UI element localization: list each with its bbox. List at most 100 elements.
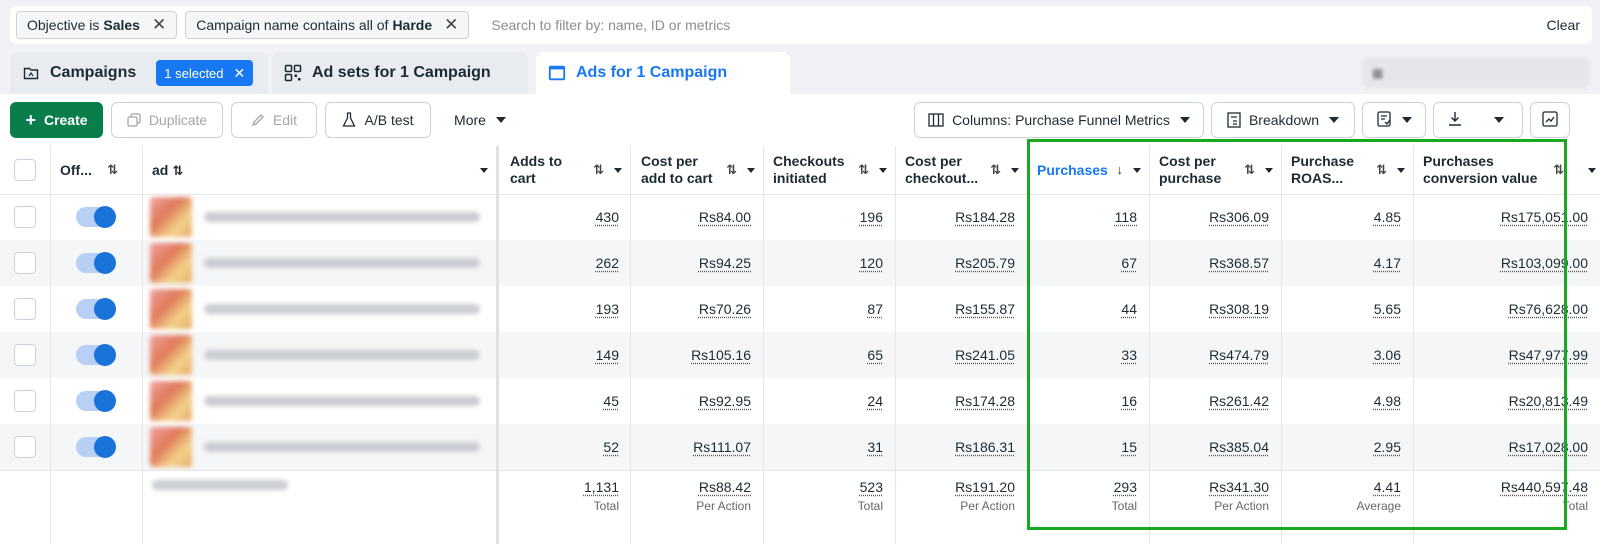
chart-button[interactable] <box>1530 102 1570 138</box>
cell-value[interactable]: 4.17 <box>1374 255 1401 271</box>
cell-value[interactable]: 262 <box>596 255 619 271</box>
cell-value[interactable]: 430 <box>596 209 619 225</box>
row-checkbox[interactable] <box>14 344 36 366</box>
delivery-toggle[interactable] <box>76 206 116 228</box>
chevron-down-icon[interactable] <box>1397 168 1405 173</box>
create-button[interactable]: + Create <box>10 102 103 138</box>
chevron-down-icon[interactable] <box>1494 117 1504 123</box>
close-icon[interactable]: ✕ <box>152 15 166 35</box>
edit-button[interactable]: Edit <box>231 102 317 138</box>
row-checkbox[interactable] <box>14 206 36 228</box>
ad-thumbnail[interactable] <box>150 335 192 375</box>
chevron-down-icon[interactable] <box>480 168 488 173</box>
breakdown-dropdown[interactable]: Breakdown <box>1211 102 1355 138</box>
chevron-down-icon[interactable] <box>1265 168 1273 173</box>
ad-name-link[interactable] <box>204 442 480 452</box>
cell-value[interactable]: 33 <box>1121 347 1137 363</box>
cell-value[interactable]: Rs94.25 <box>699 255 751 271</box>
cell-value[interactable]: 52 <box>603 439 619 455</box>
cell-value[interactable]: 5.65 <box>1374 301 1401 317</box>
cell-value[interactable]: 4.85 <box>1374 209 1401 225</box>
column-header-cost-per-purchase[interactable]: Cost per purchase ⇅ <box>1149 146 1281 194</box>
delivery-toggle[interactable] <box>76 436 116 458</box>
cell-value[interactable]: Rs155.87 <box>955 301 1015 317</box>
table-row[interactable]: 45 Rs92.95 24 Rs174.28 16 Rs261.42 4.98 Rs20,81… <box>0 378 1600 424</box>
tab-ad-sets[interactable]: Ad sets for 1 Campaign <box>272 52 528 94</box>
cell-value[interactable]: 118 <box>1115 209 1137 225</box>
chevron-down-icon[interactable] <box>879 168 887 173</box>
export-button[interactable] <box>1433 102 1523 138</box>
duplicate-button[interactable]: Duplicate <box>111 102 223 138</box>
sort-icon[interactable]: ⇅ <box>1553 161 1564 178</box>
columns-dropdown[interactable]: Columns: Purchase Funnel Metrics <box>914 102 1204 138</box>
ad-name-link[interactable] <box>204 350 480 360</box>
cell-value[interactable]: Rs92.95 <box>699 393 751 409</box>
more-dropdown[interactable]: More <box>440 102 520 138</box>
sort-icon[interactable]: ⇅ <box>1376 161 1387 178</box>
row-checkbox[interactable] <box>14 298 36 320</box>
cell-value[interactable]: 65 <box>867 347 883 363</box>
cell-value[interactable]: 3.06 <box>1374 347 1401 363</box>
ad-name-link[interactable] <box>204 258 480 268</box>
ad-name-link[interactable] <box>204 304 480 314</box>
cell-value[interactable]: Rs368.57 <box>1209 255 1269 271</box>
cell-value[interactable]: Rs111.07 <box>693 439 751 455</box>
chevron-down-icon[interactable] <box>614 168 622 173</box>
cell-value[interactable]: 44 <box>1121 301 1137 317</box>
cell-value[interactable]: 149 <box>596 347 619 363</box>
sort-icon[interactable]: ⇅ <box>1244 161 1255 178</box>
row-checkbox[interactable] <box>14 390 36 412</box>
cell-value[interactable]: 16 <box>1121 393 1137 409</box>
column-header-adds-to-cart[interactable]: Adds to cart ⇅ <box>500 146 630 194</box>
reports-dropdown[interactable] <box>1362 102 1426 138</box>
ad-thumbnail[interactable] <box>150 381 192 421</box>
chevron-down-icon[interactable] <box>1133 168 1141 173</box>
ad-thumbnail[interactable] <box>150 427 192 467</box>
date-range-picker[interactable]: ▦ <box>1362 58 1590 88</box>
cell-value[interactable]: 31 <box>867 439 883 455</box>
cell-value[interactable]: 24 <box>867 393 883 409</box>
cell-value[interactable]: Rs103,099.00 <box>1501 255 1588 271</box>
table-row[interactable]: 430 Rs84.00 196 Rs184.28 118 Rs306.09 4.85 Rs17… <box>0 194 1600 240</box>
cell-value[interactable]: 193 <box>596 301 619 317</box>
cell-value[interactable]: Rs76,628.00 <box>1509 301 1588 317</box>
cell-value[interactable]: Rs175,051.00 <box>1501 209 1588 225</box>
cell-value[interactable]: Rs70.26 <box>699 301 751 317</box>
cell-value[interactable]: Rs17,028.00 <box>1509 439 1588 455</box>
search-input[interactable]: Search to filter by: name, ID or metrics <box>491 17 1546 33</box>
ad-name-link[interactable] <box>204 396 480 406</box>
cell-value[interactable]: Rs184.28 <box>955 209 1015 225</box>
sort-icon[interactable]: ⇅ <box>990 161 1001 178</box>
column-header-checkouts[interactable]: Checkouts initiated ⇅ <box>763 146 895 194</box>
column-header-off[interactable]: Off... ⇅ <box>50 146 142 194</box>
ad-name-link[interactable] <box>204 212 480 222</box>
cell-value[interactable]: Rs105.16 <box>691 347 751 363</box>
table-row[interactable]: 149 Rs105.16 65 Rs241.05 33 Rs474.79 3.06 Rs47,… <box>0 332 1600 378</box>
delivery-toggle[interactable] <box>76 298 116 320</box>
ad-thumbnail[interactable] <box>150 243 192 283</box>
clear-button[interactable]: Clear <box>1547 17 1580 33</box>
close-icon[interactable]: ✕ <box>444 15 458 35</box>
cell-value[interactable]: Rs474.79 <box>1209 347 1269 363</box>
cell-value[interactable]: Rs47,977.99 <box>1509 347 1588 363</box>
column-header-purchases[interactable]: Purchases ↓ <box>1027 146 1149 194</box>
column-header-cost-per-checkout[interactable]: Cost per checkout... ⇅ <box>895 146 1027 194</box>
cell-value[interactable]: Rs84.00 <box>699 209 751 225</box>
ab-test-button[interactable]: A/B test <box>325 102 431 138</box>
selected-badge[interactable]: 1 selected ✕ <box>156 60 254 86</box>
cell-value[interactable]: 67 <box>1121 255 1137 271</box>
sort-icon[interactable]: ⇅ <box>858 161 869 178</box>
cell-value[interactable]: 87 <box>867 301 883 317</box>
column-header-roas[interactable]: Purchase ROAS... ⇅ <box>1281 146 1413 194</box>
chevron-down-icon[interactable] <box>1588 168 1596 173</box>
cell-value[interactable]: Rs241.05 <box>955 347 1015 363</box>
row-checkbox[interactable] <box>14 436 36 458</box>
cell-value[interactable]: 196 <box>860 209 883 225</box>
delivery-toggle[interactable] <box>76 390 116 412</box>
row-checkbox[interactable] <box>14 252 36 274</box>
cell-value[interactable]: Rs186.31 <box>955 439 1015 455</box>
cell-value[interactable]: 4.98 <box>1374 393 1401 409</box>
column-header-conversion-value[interactable]: Purchases conversion value ⇅ <box>1413 146 1600 194</box>
table-row[interactable]: 193 Rs70.26 87 Rs155.87 44 Rs308.19 5.65 Rs76,6… <box>0 286 1600 332</box>
tab-campaigns[interactable]: Campaigns 1 selected ✕ <box>10 52 268 94</box>
